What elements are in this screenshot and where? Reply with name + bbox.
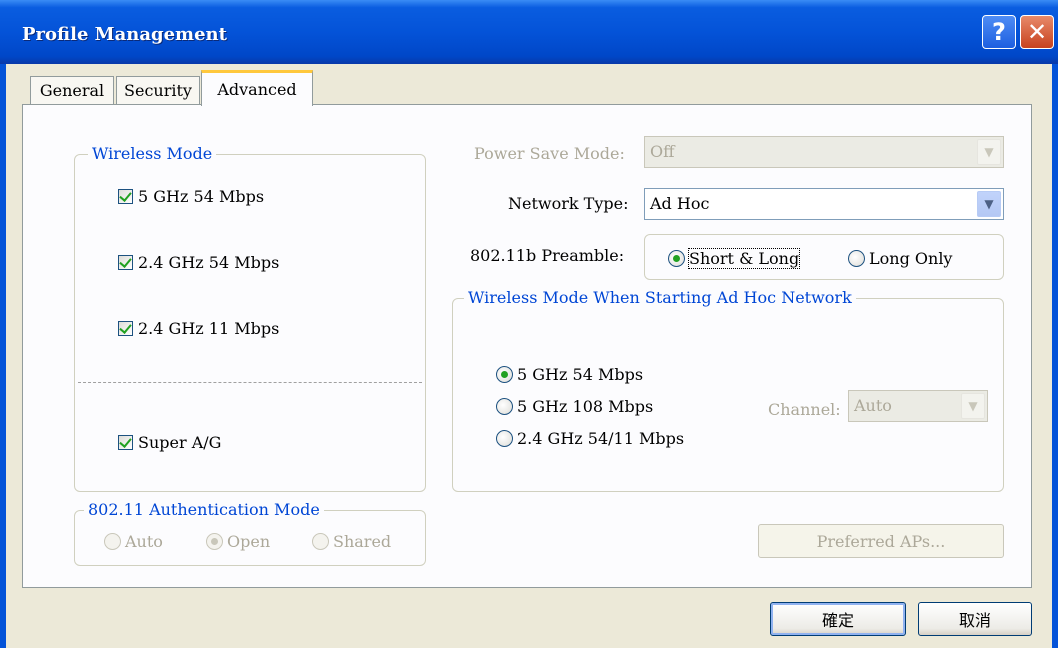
power-save-value: Off (650, 142, 675, 161)
radio-adhoc-24ghz-circle[interactable] (496, 430, 513, 447)
adhoc-mode-legend: Wireless Mode When Starting Ad Hoc Netwo… (464, 288, 856, 307)
radio-adhoc-5ghz-54[interactable]: 5 GHz 54 Mbps (496, 365, 643, 384)
help-button[interactable]: ? (982, 15, 1016, 49)
radio-adhoc-24ghz[interactable]: 2.4 GHz 54/11 Mbps (496, 429, 684, 448)
tab-security-label: Security (124, 81, 192, 100)
tab-general-label: General (39, 81, 105, 100)
radio-adhoc-5ghz-108-circle[interactable] (496, 398, 513, 415)
profile-management-dialog: Profile Management ? ✕ General Security … (0, 0, 1058, 648)
checkbox-24ghz-11-box[interactable] (118, 321, 133, 336)
title-bar[interactable]: Profile Management ? ✕ (0, 0, 1058, 64)
checkbox-24ghz-54[interactable]: 2.4 GHz 54 Mbps (118, 253, 279, 272)
window-title: Profile Management (22, 24, 227, 45)
checkbox-24ghz-11-label: 2.4 GHz 11 Mbps (138, 319, 280, 338)
close-icon: ✕ (1026, 18, 1048, 46)
tab-advanced[interactable]: Advanced (201, 70, 313, 106)
auth-mode-legend: 802.11 Authentication Mode (84, 500, 324, 519)
radio-long-only[interactable]: Long Only (848, 249, 952, 268)
tab-general[interactable]: General (30, 76, 114, 104)
ok-button[interactable]: 確定 (770, 602, 906, 636)
radio-auth-auto-label: Auto (125, 532, 163, 551)
channel-label: Channel: (768, 400, 841, 419)
radio-auth-auto-circle (104, 533, 121, 550)
radio-adhoc-24ghz-label: 2.4 GHz 54/11 Mbps (517, 429, 685, 448)
checkbox-super-ag-box[interactable] (118, 435, 133, 450)
checkbox-super-ag-label: Super A/G (138, 433, 222, 452)
help-icon: ? (992, 18, 1006, 46)
channel-select: Auto ▼ (848, 390, 988, 422)
radio-auth-shared: Shared (312, 532, 391, 551)
radio-auth-open-circle (206, 533, 223, 550)
radio-short-long-label: Short & Long (687, 248, 801, 269)
window-frame-left (0, 64, 6, 648)
radio-adhoc-5ghz-54-label: 5 GHz 54 Mbps (517, 365, 644, 384)
network-type-value: Ad Hoc (650, 194, 710, 213)
checkbox-5ghz-54[interactable]: 5 GHz 54 Mbps (118, 187, 264, 206)
cancel-button-label: 取消 (958, 611, 991, 630)
checkbox-24ghz-11[interactable]: 2.4 GHz 11 Mbps (118, 319, 279, 338)
cancel-button[interactable]: 取消 (918, 602, 1032, 636)
checkbox-24ghz-54-box[interactable] (118, 255, 133, 270)
channel-value: Auto (854, 396, 892, 415)
checkbox-24ghz-54-label: 2.4 GHz 54 Mbps (138, 253, 280, 272)
tab-advanced-label: Advanced (217, 80, 297, 99)
power-save-label: Power Save Mode: (474, 144, 625, 163)
checkbox-5ghz-54-box[interactable] (118, 189, 133, 204)
radio-long-only-circle[interactable] (848, 250, 865, 267)
preferred-aps-label: Preferred APs... (816, 531, 946, 551)
radio-auth-shared-circle (312, 533, 329, 550)
tab-security[interactable]: Security (116, 76, 200, 104)
ok-button-label: 確定 (821, 611, 854, 630)
preferred-aps-button: Preferred APs... (758, 524, 1004, 558)
separator (78, 382, 422, 383)
radio-long-only-label: Long Only (869, 249, 953, 268)
close-button[interactable]: ✕ (1020, 15, 1054, 49)
network-type-select[interactable]: Ad Hoc ▼ (644, 188, 1004, 220)
wireless-mode-legend: Wireless Mode (88, 144, 217, 163)
checkbox-super-ag[interactable]: Super A/G (118, 433, 221, 452)
radio-auth-open: Open (206, 532, 270, 551)
radio-auth-shared-label: Shared (333, 532, 392, 551)
chevron-down-icon: ▼ (961, 393, 985, 419)
radio-adhoc-5ghz-108-label: 5 GHz 108 Mbps (517, 397, 654, 416)
radio-adhoc-5ghz-108[interactable]: 5 GHz 108 Mbps (496, 397, 653, 416)
power-save-select: Off ▼ (644, 136, 1004, 168)
window-frame-right (1052, 64, 1058, 648)
chevron-down-icon: ▼ (977, 139, 1001, 165)
radio-short-long[interactable]: Short & Long (668, 248, 801, 269)
radio-adhoc-5ghz-54-circle[interactable] (496, 366, 513, 383)
radio-auth-open-label: Open (227, 532, 271, 551)
chevron-down-icon[interactable]: ▼ (977, 191, 1001, 217)
preamble-label: 802.11b Preamble: (470, 246, 625, 265)
checkbox-5ghz-54-label: 5 GHz 54 Mbps (138, 187, 265, 206)
radio-short-long-circle[interactable] (668, 250, 685, 267)
network-type-label: Network Type: (508, 194, 629, 213)
radio-auth-auto: Auto (104, 532, 163, 551)
